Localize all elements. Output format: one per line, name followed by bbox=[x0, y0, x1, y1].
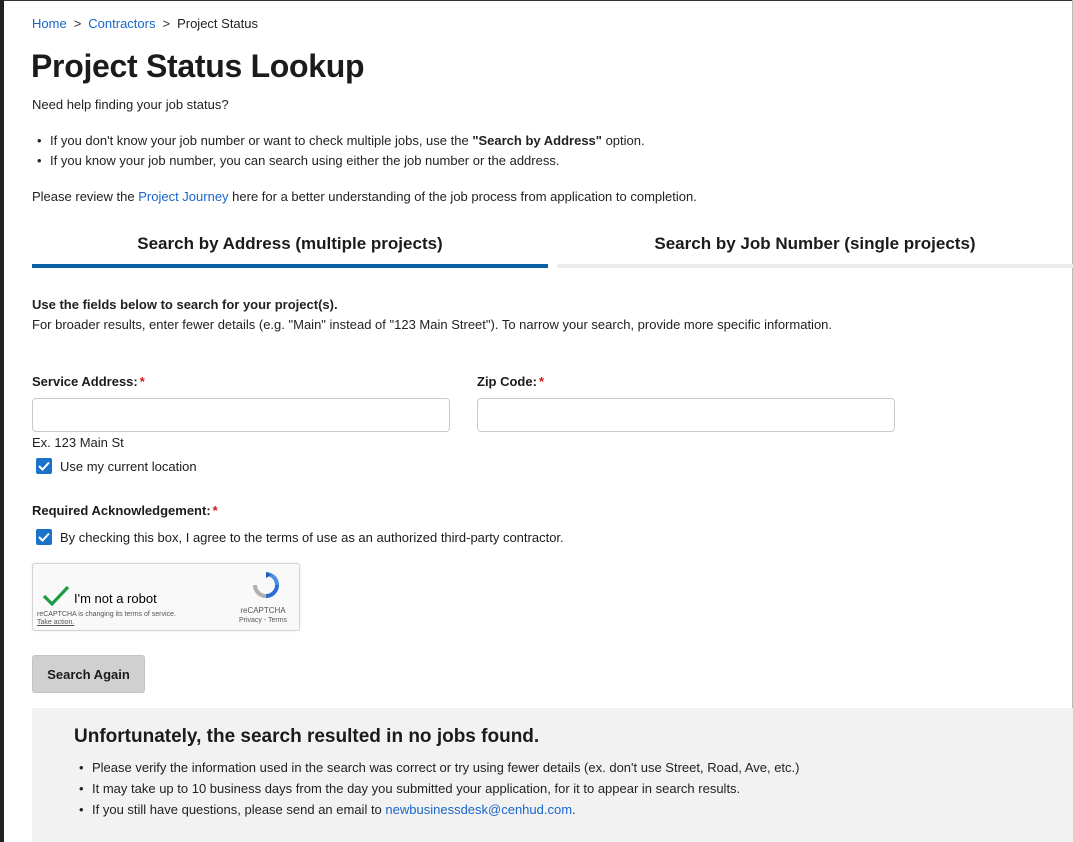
form-instructions-heading: Use the fields below to search for your … bbox=[32, 297, 338, 312]
recaptcha-privacy-terms: Privacy - Terms bbox=[232, 617, 294, 624]
zip-code-input[interactable] bbox=[477, 398, 895, 432]
use-location-label: Use my current location bbox=[60, 459, 197, 474]
breadcrumb-separator: > bbox=[73, 16, 82, 31]
no-results-tip: Please verify the information used in th… bbox=[74, 760, 799, 781]
no-results-tips: Please verify the information used in th… bbox=[74, 760, 799, 823]
journey-text-before: Please review the bbox=[32, 189, 139, 204]
service-address-input[interactable] bbox=[32, 398, 450, 432]
acknowledgement-label: Required Acknowledgement: * bbox=[32, 503, 218, 518]
window-left-border bbox=[0, 0, 4, 842]
recaptcha-logo-icon bbox=[253, 572, 279, 598]
no-results-title: Unfortunately, the search resulted in no… bbox=[74, 726, 540, 747]
project-journey-link[interactable]: Project Journey bbox=[138, 189, 228, 204]
project-journey-text: Please review the Project Journey here f… bbox=[32, 189, 697, 204]
support-email-link[interactable]: newbusinessdesk@cenhud.com bbox=[385, 802, 572, 817]
service-address-hint: Ex. 123 Main St bbox=[32, 435, 124, 450]
window-top-border bbox=[0, 0, 1073, 1]
no-results-tip: If you still have questions, please send… bbox=[74, 802, 799, 823]
recaptcha-notice-text: reCAPTCHA is changing its terms of servi… bbox=[37, 611, 176, 618]
breadcrumb-contractors-link[interactable]: Contractors bbox=[88, 16, 155, 31]
checkmark-icon bbox=[38, 461, 50, 471]
no-results-tip: It may take up to 10 business days from … bbox=[74, 781, 799, 802]
required-mark: * bbox=[212, 503, 218, 518]
help-bullets: If you don't know your job number or wan… bbox=[32, 133, 645, 173]
help-bullet-text: If you don't know your job number or wan… bbox=[50, 133, 473, 148]
required-mark: * bbox=[538, 374, 544, 389]
service-address-label: Service Address: * bbox=[32, 374, 145, 389]
recaptcha-brand: reCAPTCHA bbox=[240, 606, 286, 615]
recaptcha-label: I'm not a robot bbox=[74, 591, 157, 606]
tab-search-by-address[interactable]: Search by Address (multiple projects) bbox=[32, 224, 548, 268]
help-bullet-text: If you know your job number, you can sea… bbox=[50, 153, 560, 168]
help-bullet-job-number: If you know your job number, you can sea… bbox=[32, 153, 645, 173]
recaptcha-widget: I'm not a robot reCAPTCHA is changing it… bbox=[32, 563, 300, 631]
journey-text-after: here for a better understanding of the j… bbox=[228, 189, 697, 204]
acknowledgement-checkbox[interactable] bbox=[36, 529, 52, 545]
help-text: Need help finding your job status? bbox=[32, 97, 229, 112]
no-results-tip-text: If you still have questions, please send… bbox=[92, 802, 386, 817]
search-again-button[interactable]: Search Again bbox=[32, 655, 145, 693]
no-results-tip-text: . bbox=[572, 802, 576, 817]
zip-code-label: Zip Code: * bbox=[477, 374, 544, 389]
breadcrumb: Home > Contractors > Project Status bbox=[32, 16, 258, 31]
form-instructions: For broader results, enter fewer details… bbox=[32, 317, 833, 332]
help-bullet-text: option. bbox=[601, 133, 645, 148]
acknowledgement-label-text: Required Acknowledgement: bbox=[32, 503, 211, 518]
use-location-checkbox[interactable] bbox=[36, 458, 52, 474]
zip-code-label-text: Zip Code: bbox=[477, 374, 537, 389]
recaptcha-terms-link[interactable]: Terms bbox=[268, 617, 287, 624]
breadcrumb-separator: > bbox=[162, 16, 171, 31]
acknowledgement-checkbox-label: By checking this box, I agree to the ter… bbox=[60, 530, 564, 545]
service-address-label-text: Service Address: bbox=[32, 374, 138, 389]
recaptcha-checkmark-icon[interactable] bbox=[41, 584, 71, 608]
page-title: Project Status Lookup bbox=[31, 48, 365, 84]
required-mark: * bbox=[139, 374, 145, 389]
recaptcha-notice: reCAPTCHA is changing its terms of servi… bbox=[37, 611, 176, 627]
breadcrumb-home-link[interactable]: Home bbox=[32, 16, 67, 31]
recaptcha-take-action-link[interactable]: Take action. bbox=[37, 619, 176, 627]
no-results-panel: Unfortunately, the search resulted in no… bbox=[32, 708, 1073, 842]
recaptcha-privacy-link[interactable]: Privacy bbox=[239, 617, 262, 624]
help-bullet-address: If you don't know your job number or wan… bbox=[32, 133, 645, 153]
checkmark-icon bbox=[38, 532, 50, 542]
tab-search-by-job-number[interactable]: Search by Job Number (single projects) bbox=[557, 224, 1073, 268]
help-bullet-strong: "Search by Address" bbox=[472, 133, 602, 148]
breadcrumb-current: Project Status bbox=[177, 16, 259, 31]
